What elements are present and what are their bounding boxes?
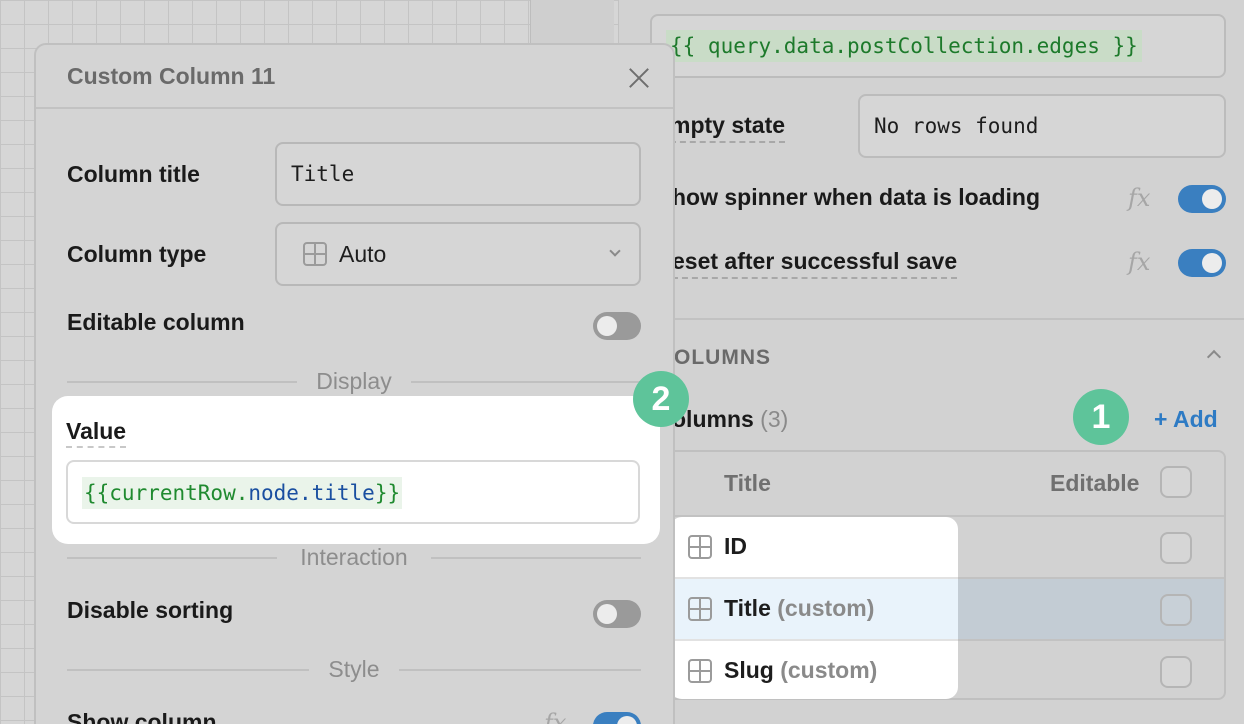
divider-line bbox=[411, 381, 641, 383]
toggle-knob bbox=[1202, 189, 1222, 209]
columns-count-label: olumns (3) bbox=[672, 406, 788, 433]
custom-column-modal: Custom Column 11 Column title Title Colu… bbox=[34, 43, 675, 724]
columns-section-title[interactable]: OLUMNS bbox=[674, 346, 771, 370]
toggle-knob bbox=[597, 604, 617, 624]
grid-icon bbox=[688, 659, 712, 683]
columns-count: (3) bbox=[760, 406, 789, 432]
toggle-knob bbox=[617, 716, 637, 724]
column-title-value: Title bbox=[291, 162, 355, 186]
column-title-input[interactable]: Title bbox=[275, 142, 641, 206]
fx-icon[interactable]: fx bbox=[1128, 248, 1150, 276]
row-editable-checkbox[interactable] bbox=[1160, 594, 1192, 626]
table-header-editable: Editable bbox=[1050, 470, 1140, 496]
close-icon[interactable] bbox=[626, 65, 652, 91]
chevron-down-icon bbox=[609, 245, 621, 257]
column-type-select[interactable]: Auto bbox=[275, 222, 641, 286]
editable-column-label: Editable column bbox=[67, 309, 245, 335]
step-badge-2: 2 bbox=[633, 371, 689, 427]
column-row-title[interactable]: Title (custom) bbox=[670, 579, 958, 639]
value-highlight-card: Value {{currentRow.node.title}} bbox=[52, 396, 660, 544]
disable-sorting-toggle[interactable] bbox=[593, 600, 641, 628]
fx-icon[interactable]: fx bbox=[544, 709, 566, 724]
value-prop: node.title bbox=[248, 481, 375, 505]
fx-icon[interactable]: fx bbox=[1128, 184, 1150, 212]
toggle-knob bbox=[597, 316, 617, 336]
column-name: Title bbox=[724, 595, 771, 621]
grid-icon bbox=[688, 597, 712, 621]
modal-title: Custom Column 11 bbox=[67, 63, 276, 89]
data-source-code: {{ query.data.postCollection.edges }} bbox=[666, 30, 1142, 62]
column-row-slug[interactable]: Slug (custom) bbox=[670, 641, 958, 699]
show-spinner-label: how spinner when data is loading bbox=[672, 184, 1041, 210]
row-editable-checkbox[interactable] bbox=[1160, 532, 1192, 564]
disable-sorting-label: Disable sorting bbox=[67, 597, 234, 623]
column-title-label: Column title bbox=[67, 161, 200, 187]
add-column-button[interactable]: + Add bbox=[1154, 406, 1218, 433]
empty-state-label: mpty state bbox=[670, 112, 786, 143]
divider-line bbox=[431, 557, 641, 559]
row-editable-checkbox[interactable] bbox=[1160, 656, 1192, 688]
style-section-divider: Style bbox=[67, 656, 641, 684]
value-input[interactable]: {{currentRow.node.title}} bbox=[66, 460, 640, 524]
table-header-title: Title bbox=[724, 470, 771, 496]
column-row-id[interactable]: ID bbox=[670, 517, 958, 577]
reset-label: eset after successful save bbox=[672, 248, 958, 279]
section-divider bbox=[618, 318, 1244, 320]
show-column-toggle[interactable] bbox=[593, 712, 641, 724]
interaction-section-divider: Interaction bbox=[67, 544, 641, 572]
step-badge-1: 1 bbox=[1073, 389, 1129, 445]
value-code: {{currentRow.node.title}} bbox=[82, 477, 403, 509]
column-tag: (custom) bbox=[780, 657, 878, 683]
column-type-label: Column type bbox=[67, 241, 207, 267]
value-label: Value bbox=[66, 418, 127, 448]
divider-line bbox=[399, 669, 641, 671]
grid-icon bbox=[303, 242, 327, 266]
grid-icon bbox=[688, 535, 712, 559]
select-all-checkbox[interactable] bbox=[1160, 466, 1192, 498]
value-open: {{currentRow. bbox=[84, 481, 249, 505]
data-source-field[interactable]: {{ query.data.postCollection.edges }} bbox=[650, 14, 1226, 78]
column-tag: (custom) bbox=[777, 595, 875, 621]
column-name: ID bbox=[724, 533, 747, 559]
empty-state-input[interactable]: No rows found bbox=[858, 94, 1226, 158]
highlighted-columns-list: ID Title (custom) Slug (custom) bbox=[670, 517, 958, 699]
value-close: }} bbox=[374, 481, 401, 505]
column-name: Slug bbox=[724, 657, 774, 683]
modal-header: Custom Column 11 bbox=[36, 45, 673, 109]
empty-state-value: No rows found bbox=[874, 114, 1039, 138]
reset-toggle[interactable] bbox=[1178, 249, 1226, 277]
show-spinner-toggle[interactable] bbox=[1178, 185, 1226, 213]
column-type-value: Auto bbox=[339, 241, 387, 267]
show-column-label: Show column bbox=[67, 709, 217, 724]
toggle-knob bbox=[1202, 253, 1222, 273]
display-section-divider: Display bbox=[67, 368, 641, 396]
editable-column-toggle[interactable] bbox=[593, 312, 641, 340]
